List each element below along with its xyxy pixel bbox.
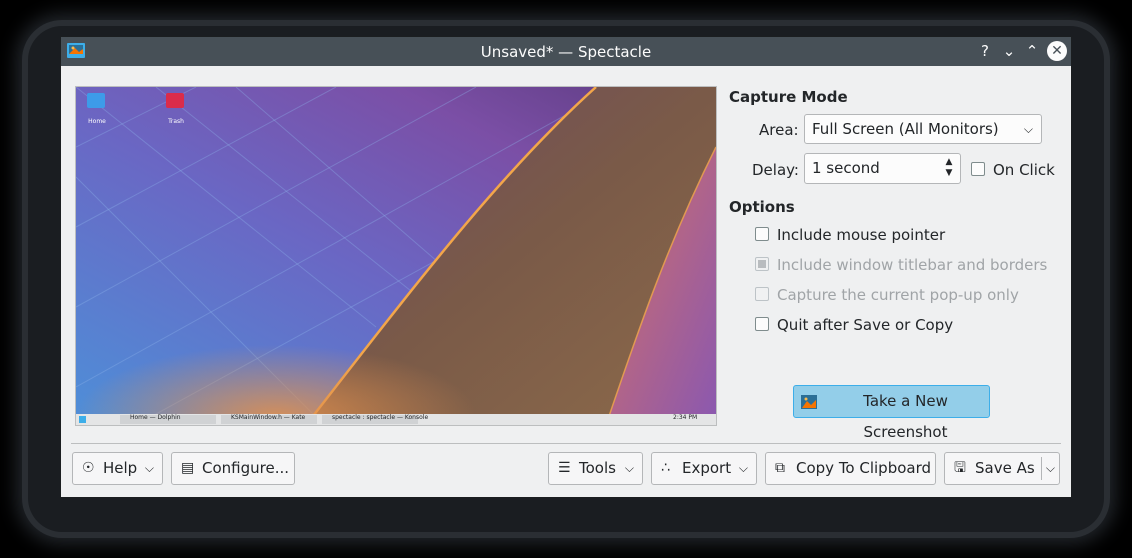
clipboard-icon: ⧉ [775,460,785,476]
configure-icon: ▤ [181,460,195,476]
delay-value: 1 second [812,159,880,177]
delay-spinbox[interactable]: 1 second ▲ ▼ [804,153,961,184]
save-as-button[interactable]: 🖫 Save As ⌵ [944,452,1060,485]
save-as-label: Save As [975,459,1035,477]
tools-label: Tools [579,459,616,477]
minimize-button[interactable]: ⌄ [999,41,1019,61]
titlebar[interactable]: Unsaved* — Spectacle ? ⌄ ⌃ ✕ [61,37,1071,66]
help-titlebar-button[interactable]: ? [975,41,995,61]
desktop-icon-trash-label: Trash [168,118,184,125]
configure-label: Configure... [202,459,290,477]
delay-label: Delay: [752,161,799,179]
chevron-down-icon: ⌵ [738,461,748,475]
spin-arrows-icon[interactable]: ▲ ▼ [944,157,954,179]
screenshot-preview[interactable]: Home Trash Home — Dolphin KSMainWindow.h… [75,86,717,426]
help-button[interactable]: ☉ Help ⌵ [72,452,163,485]
capture-popup-checkbox[interactable] [755,287,769,301]
include-mouse-pointer-label: Include mouse pointer [777,226,946,244]
preview-clock: 2:34 PM [673,414,698,421]
close-button[interactable]: ✕ [1047,41,1067,61]
take-new-screenshot-label: Take a New Screenshot [863,392,948,441]
screenshot-icon [801,395,817,409]
window-title: Unsaved* — Spectacle [480,43,652,61]
capture-popup-label: Capture the current pop-up only [777,286,1019,304]
save-icon: 🖫 [954,460,966,476]
menu-icon: ☰ [558,460,571,476]
capture-mode-heading: Capture Mode [729,88,848,106]
trash-icon [166,93,184,108]
quit-after-save-label: Quit after Save or Copy [777,316,954,334]
include-titlebar-checkbox[interactable] [755,257,769,271]
chevron-down-icon: ⌵ [1023,122,1033,136]
on-click-label: On Click [993,161,1055,179]
export-label: Export [682,459,732,477]
preview-image [76,87,716,425]
area-label: Area: [759,121,799,139]
share-icon: ∴ [661,460,670,476]
split-divider [1041,457,1042,480]
preview-task: Home — Dolphin [130,414,181,421]
area-value: Full Screen (All Monitors) [812,120,999,138]
options-heading: Options [729,198,795,216]
lifebuoy-icon: ☉ [82,460,95,476]
on-click-checkbox[interactable] [971,162,985,176]
quit-after-save-checkbox[interactable] [755,317,769,331]
export-button[interactable]: ∴ Export ⌵ [651,452,757,485]
chevron-down-icon: ⌵ [144,461,154,475]
take-new-screenshot-button[interactable]: Take a New Screenshot [793,385,990,441]
include-titlebar-label: Include window titlebar and borders [777,256,1048,274]
chevron-down-icon[interactable]: ⌵ [1046,453,1055,484]
preview-task: KSMainWindow.h — Kate [231,414,306,421]
maximize-button[interactable]: ⌃ [1022,41,1042,61]
preview-task: spectacle : spectacle — Konsole [332,414,429,421]
copy-to-clipboard-label: Copy To Clipboard [796,459,932,477]
spectacle-window: Unsaved* — Spectacle ? ⌄ ⌃ ✕ Home Trash … [61,37,1071,497]
area-combobox[interactable]: Full Screen (All Monitors) ⌵ [804,114,1042,144]
help-label: Help [103,459,138,477]
footer-separator [71,443,1061,444]
copy-to-clipboard-button[interactable]: ⧉ Copy To Clipboard [765,452,936,485]
chevron-down-icon: ⌵ [624,461,634,475]
include-mouse-pointer-checkbox[interactable] [755,227,769,241]
desktop-icon-home-label: Home [88,118,106,125]
configure-button[interactable]: ▤ Configure... [171,452,295,485]
home-folder-icon [87,93,105,108]
tools-button[interactable]: ☰ Tools ⌵ [548,452,643,485]
